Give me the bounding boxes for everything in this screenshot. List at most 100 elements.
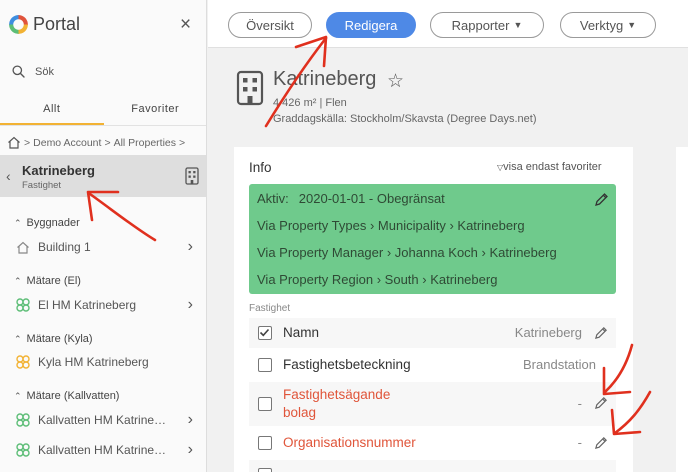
tab-label: Rapporter: [451, 17, 510, 33]
sidebar-tabs: Allt Favoriter: [0, 103, 207, 125]
field-name: Organisationsnummer: [283, 435, 416, 450]
tab-favorites[interactable]: Favoriter: [104, 103, 207, 125]
section-label-fastighet: Fastighet: [249, 303, 291, 314]
sidebar-item-label: Kallvatten HM Katrine…: [38, 443, 167, 457]
field-value: Brandstation: [523, 357, 596, 372]
property-area-city: 4 426 m² | Flen: [273, 97, 347, 109]
section-title: Mätare (Kyla): [26, 333, 93, 345]
checkmark-icon: [259, 328, 270, 337]
breadcrumb-separator: >: [104, 136, 111, 149]
active-period-row: Aktiv: 2020-01-01 - Obegränsat: [257, 191, 445, 206]
via-row: Via Property Region › South › Katrineber…: [257, 272, 498, 287]
section-title: Mätare (El): [26, 275, 81, 287]
section-meters-kyla[interactable]: ⌃ Mätare (Kyla): [14, 333, 93, 345]
favorites-filter-label: visa endast favoriter: [503, 161, 602, 173]
section-meters-el[interactable]: ⌃ Mätare (El): [14, 275, 81, 287]
via-path-target[interactable]: Katrineberg: [489, 245, 556, 260]
search-input[interactable]: [35, 65, 185, 78]
chevron-left-icon[interactable]: ‹: [6, 168, 11, 184]
via-path-group[interactable]: Municipality: [378, 218, 446, 233]
edit-pencil-icon[interactable]: [594, 396, 608, 410]
tab-verktyg[interactable]: Verktyg ▼: [560, 12, 656, 38]
adjacent-card: [676, 147, 688, 472]
field-row-fastighetsagande-bolag: Fastighetsägande bolag -: [249, 382, 616, 426]
edit-pencil-icon[interactable]: [594, 326, 608, 340]
brand[interactable]: Portal: [9, 14, 80, 35]
meter-icon: [16, 355, 30, 369]
chevron-up-icon: ⌃: [14, 275, 22, 286]
page-title: Katrineberg: [273, 68, 377, 90]
section-buildings[interactable]: ⌃ Byggnader: [14, 217, 80, 229]
tab-rapporter[interactable]: Rapporter ▼: [430, 12, 544, 38]
search-icon: [12, 65, 25, 78]
field-name: Namn: [283, 325, 320, 340]
favorite-checkbox[interactable]: [258, 468, 272, 472]
breadcrumb-separator: >: [179, 136, 186, 149]
section-meters-kallvatten[interactable]: ⌃ Mätare (Kallvatten): [14, 390, 119, 402]
selected-property[interactable]: ‹ Katrineberg Fastighet: [0, 155, 206, 197]
chevron-up-icon: ⌃: [14, 390, 22, 401]
via-row: Via Property Manager › Johanna Koch › Ka…: [257, 245, 557, 260]
sidebar-item-label: Kyla HM Katrineberg: [38, 355, 149, 369]
sidebar-item-building-1[interactable]: Building 1 ›: [16, 237, 201, 257]
property-degree-days-source: Graddagskälla: Stockholm/Skavsta (Degree…: [273, 113, 537, 125]
field-row-organisationsnummer: Organisationsnummer -: [249, 428, 616, 458]
building-icon[interactable]: [185, 167, 199, 185]
tab-oversikt[interactable]: Översikt: [228, 12, 312, 38]
breadcrumb-demo-account[interactable]: Demo Account: [33, 137, 101, 149]
property-meta: 4 426 m² | Flen Graddagskälla: Stockholm…: [273, 95, 537, 127]
via-row: Via Property Types › Municipality › Katr…: [257, 218, 525, 233]
section-title: Mätare (Kallvatten): [26, 390, 120, 402]
favorites-filter[interactable]: ▽visa endast favoriter: [497, 161, 602, 173]
field-row-partial: [249, 460, 616, 472]
sidebar-item-kyla-meter[interactable]: Kyla HM Katrineberg: [16, 352, 201, 372]
via-path-target[interactable]: Katrineberg: [457, 218, 524, 233]
caret-down-icon: ▼: [627, 20, 637, 30]
active-label: Aktiv:: [257, 191, 289, 206]
sidebar-item-el-meter[interactable]: El HM Katrineberg ›: [16, 295, 201, 315]
tab-label: Verktyg: [579, 17, 624, 33]
via-path-target[interactable]: Katrineberg: [430, 272, 497, 287]
building-icon: [236, 70, 264, 106]
breadcrumb-all-properties[interactable]: All Properties: [114, 137, 176, 149]
edit-pencil-icon[interactable]: [594, 192, 609, 207]
brand-name: Portal: [33, 14, 81, 34]
via-path-group[interactable]: South: [385, 272, 419, 287]
breadcrumb-separator: >: [24, 136, 31, 149]
info-title: Info: [249, 160, 272, 175]
sidebar-item-kallvatten-meter-1[interactable]: Kallvatten HM Katrine… ›: [16, 410, 201, 430]
sidebar-item-kallvatten-meter-2[interactable]: Kallvatten HM Katrine… ›: [16, 440, 201, 460]
via-path-source[interactable]: Via Property Region: [257, 272, 373, 287]
favorite-star-icon[interactable]: ☆: [387, 70, 404, 93]
via-path-source[interactable]: Via Property Manager: [257, 245, 383, 260]
favorite-checkbox[interactable]: [258, 397, 272, 411]
field-value: -: [577, 396, 582, 411]
field-name-line: Fastighetsägande: [283, 387, 391, 402]
section-title: Byggnader: [26, 217, 80, 229]
close-icon[interactable]: ×: [180, 15, 191, 34]
meter-icon: [16, 298, 30, 312]
tabs-divider: [0, 125, 206, 126]
breadcrumb: > Demo Account > All Properties >: [7, 136, 188, 149]
chevron-up-icon: ⌃: [14, 217, 22, 228]
field-name-line: bolag: [283, 405, 317, 420]
meter-icon: [16, 413, 30, 427]
tab-redigera[interactable]: Redigera: [326, 12, 416, 38]
field-name: Fastighetsägande bolag: [283, 386, 390, 422]
chevron-up-icon: ⌃: [14, 333, 22, 344]
via-path-source[interactable]: Via Property Types: [257, 218, 366, 233]
favorite-checkbox[interactable]: [258, 436, 272, 450]
via-path-group[interactable]: Johanna Koch: [395, 245, 478, 260]
field-value: -: [577, 435, 582, 450]
favorite-checkbox[interactable]: [258, 326, 272, 340]
tab-all[interactable]: Allt: [0, 103, 104, 125]
tab-label: Redigera: [344, 17, 398, 33]
field-row-namn: Namn Katrineberg: [249, 318, 616, 348]
favorite-checkbox[interactable]: [258, 358, 272, 372]
active-period-block: Aktiv: 2020-01-01 - Obegränsat Via Proper…: [249, 184, 616, 294]
active-value: 2020-01-01 - Obegränsat: [298, 191, 445, 206]
selected-property-type: Fastighet: [22, 180, 62, 191]
edit-pencil-icon[interactable]: [594, 436, 608, 450]
tab-label: Översikt: [246, 17, 294, 33]
home-icon[interactable]: [7, 136, 21, 149]
